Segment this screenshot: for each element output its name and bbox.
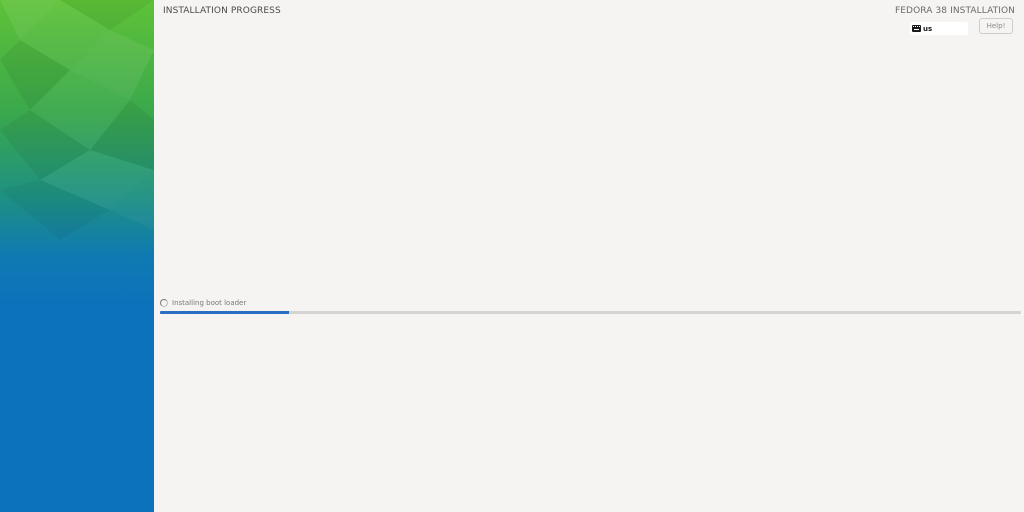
spinner-icon — [160, 299, 168, 307]
progress-status: Installing boot loader — [160, 299, 246, 307]
sidebar-banner — [0, 0, 154, 512]
sidebar-pattern — [0, 0, 154, 240]
progress-bar — [160, 311, 1021, 314]
help-button[interactable]: Help! — [979, 18, 1013, 34]
keyboard-icon — [912, 25, 921, 32]
keyboard-layout-indicator[interactable]: us — [910, 22, 968, 35]
main-content: INSTALLATION PROGRESS FEDORA 38 INSTALLA… — [154, 0, 1024, 512]
keyboard-layout-label: us — [923, 24, 933, 33]
product-title: FEDORA 38 INSTALLATION — [894, 6, 1015, 16]
page-title: INSTALLATION PROGRESS — [163, 6, 281, 16]
progress-bar-fill — [160, 311, 290, 314]
status-text: Installing boot loader — [172, 299, 247, 307]
